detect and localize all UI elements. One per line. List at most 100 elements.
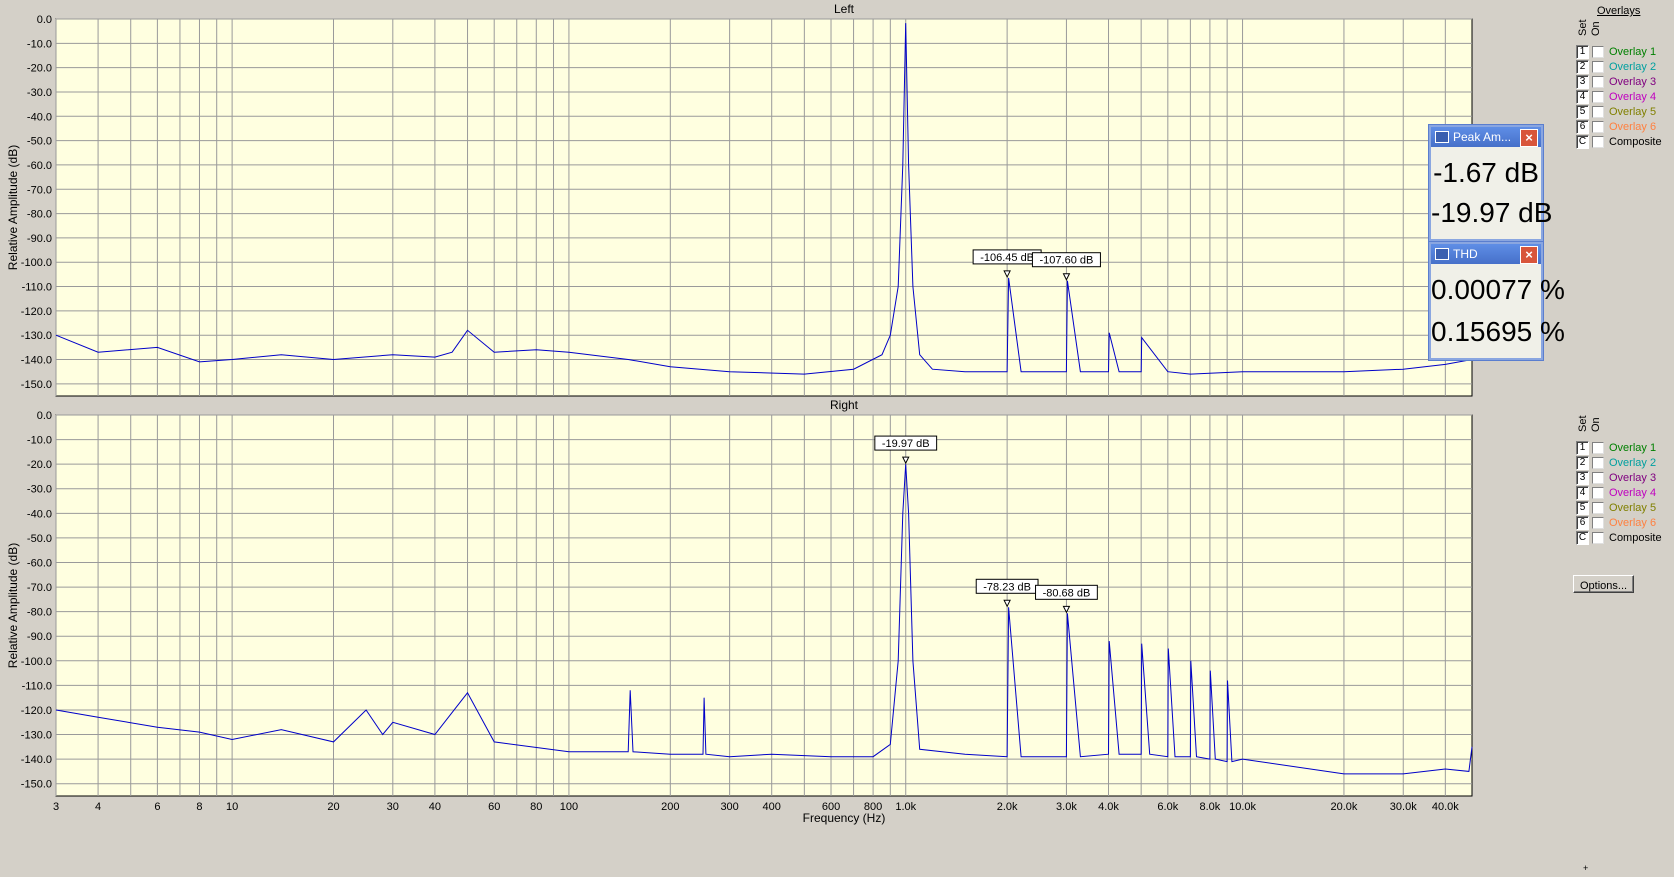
overlay-label: Overlay 1 — [1609, 441, 1657, 454]
overlay-label: Overlay 2 — [1609, 456, 1657, 469]
y-axis-label: Relative Amplitude (dB) — [6, 543, 20, 668]
x-tick-label: 4.0k — [1098, 801, 1119, 813]
thd-left-value: 0.00077 % — [1431, 274, 1565, 305]
overlay-set-button[interactable]: C — [1576, 530, 1589, 545]
overlay-set-button[interactable]: 3 — [1576, 74, 1589, 89]
overlay-row[interactable]: C Composite — [1576, 530, 1662, 545]
x-tick-label: 80 — [530, 801, 542, 813]
overlay-set-button[interactable]: 5 — [1576, 104, 1589, 119]
overlay-label: Overlay 3 — [1609, 75, 1657, 88]
plot-area — [55, 414, 1473, 797]
overlay-row[interactable]: 5 Overlay 5 — [1576, 104, 1656, 119]
y-tick-label: -20.0 — [27, 459, 52, 471]
overlay-checkbox[interactable] — [1592, 45, 1604, 58]
y-tick-label: -40.0 — [27, 508, 52, 520]
overlay-checkbox[interactable] — [1592, 120, 1604, 133]
options-button[interactable]: Options... — [1573, 575, 1634, 593]
close-icon[interactable]: × — [1520, 129, 1538, 147]
y-tick-label: -130.0 — [21, 730, 52, 742]
overlay-row[interactable]: 4 Overlay 4 — [1576, 485, 1656, 500]
overlay-set-button[interactable]: 1 — [1576, 440, 1589, 455]
overlay-row[interactable]: 3 Overlay 3 — [1576, 470, 1656, 485]
x-tick-label: 40 — [429, 801, 441, 813]
peak-amplitude-meter[interactable]: Peak Am... × -1.67 dB -19.97 dB — [1429, 125, 1552, 241]
overlay-set-button[interactable]: 1 — [1576, 44, 1589, 59]
thd-meter-titlebar[interactable]: THD × — [1431, 244, 1541, 264]
overlay-set-button[interactable]: 6 — [1576, 119, 1589, 134]
overlay-row[interactable]: 2 Overlay 2 — [1576, 455, 1656, 470]
y-tick-label: -90.0 — [27, 233, 52, 245]
overlay-row[interactable]: 5 Overlay 5 — [1576, 500, 1656, 515]
overlay-label: Overlay 2 — [1609, 60, 1657, 73]
overlay-checkbox[interactable] — [1592, 486, 1604, 499]
x-tick-label: 60 — [488, 801, 500, 813]
x-tick-label: 30.0k — [1390, 801, 1417, 813]
overlay-checkbox[interactable] — [1592, 75, 1604, 88]
y-tick-label: -50.0 — [27, 533, 52, 545]
y-tick-label: -10.0 — [27, 435, 52, 447]
y-tick-label: -140.0 — [21, 355, 52, 367]
y-tick-label: -150.0 — [21, 379, 52, 391]
overlay-set-button[interactable]: 2 — [1576, 455, 1589, 470]
overlay-row[interactable]: 6 Overlay 6 — [1576, 515, 1656, 530]
overlay-row[interactable]: C Composite — [1576, 134, 1662, 149]
overlay-checkbox[interactable] — [1592, 441, 1604, 454]
overlay-checkbox[interactable] — [1592, 60, 1604, 73]
overlay-set-button[interactable]: 3 — [1576, 470, 1589, 485]
overlay-set-button[interactable]: 5 — [1576, 500, 1589, 515]
x-tick-label: 200 — [661, 801, 679, 813]
y-tick-label: -50.0 — [27, 136, 52, 148]
y-tick-label: -110.0 — [22, 680, 52, 692]
on-column-label: On — [1590, 417, 1602, 432]
overlay-label: Composite — [1609, 531, 1662, 544]
overlay-set-button[interactable]: C — [1576, 134, 1589, 149]
y-tick-label: -120.0 — [21, 306, 52, 318]
overlay-row[interactable]: 3 Overlay 3 — [1576, 74, 1656, 89]
meter-icon — [1435, 131, 1449, 143]
overlay-checkbox[interactable] — [1592, 105, 1604, 118]
overlay-checkbox[interactable] — [1592, 531, 1604, 544]
overlay-label: Overlay 5 — [1609, 501, 1657, 514]
overlay-label: Composite — [1609, 135, 1662, 148]
y-axis-label: Relative Amplitude (dB) — [6, 145, 20, 270]
y-tick-label: -140.0 — [21, 754, 52, 766]
overlay-row[interactable]: 4 Overlay 4 — [1576, 89, 1656, 104]
overlay-set-button[interactable]: 2 — [1576, 59, 1589, 74]
chart-title: Left — [834, 2, 855, 16]
set-column-label: Set — [1577, 415, 1589, 432]
overlay-label: Overlay 4 — [1609, 90, 1657, 103]
peak-meter-titlebar[interactable]: Peak Am... × — [1431, 127, 1541, 147]
overlay-row[interactable]: 2 Overlay 2 — [1576, 59, 1656, 74]
overlay-row[interactable]: 6 Overlay 6 — [1576, 119, 1656, 134]
x-tick-label: 3.0k — [1056, 801, 1077, 813]
overlay-row[interactable]: 1 Overlay 1 — [1576, 44, 1656, 59]
y-tick-label: -70.0 — [27, 184, 52, 196]
close-icon[interactable]: × — [1520, 246, 1538, 264]
plot-area — [55, 18, 1473, 397]
annotation-label: -78.23 dB — [983, 581, 1031, 593]
overlay-checkbox[interactable] — [1592, 501, 1604, 514]
overlay-label: Overlay 6 — [1609, 120, 1657, 133]
thd-meter[interactable]: THD × 0.00077 % 0.15695 % — [1429, 242, 1565, 360]
overlay-set-button[interactable]: 4 — [1576, 485, 1589, 500]
overlay-checkbox[interactable] — [1592, 90, 1604, 103]
overlay-checkbox[interactable] — [1592, 135, 1604, 148]
overlay-label: Overlay 6 — [1609, 516, 1657, 529]
overlay-checkbox[interactable] — [1592, 516, 1604, 529]
overlays-header: Overlays — [1597, 5, 1641, 17]
analyzer-window: PHS0.0-10.0-20.0-30.0-40.0-50.0-60.0-70.… — [0, 0, 1674, 877]
overlay-checkbox[interactable] — [1592, 456, 1604, 469]
overlay-set-button[interactable]: 4 — [1576, 89, 1589, 104]
resize-grip-icon[interactable]: + — [1583, 863, 1588, 873]
x-tick-label: 6 — [154, 801, 160, 813]
y-tick-label: -80.0 — [27, 607, 52, 619]
y-tick-label: -70.0 — [27, 582, 52, 594]
overlay-set-button[interactable]: 6 — [1576, 515, 1589, 530]
annotation-label: -19.97 dB — [882, 438, 930, 450]
y-tick-label: 0.0 — [37, 410, 52, 422]
y-tick-label: -80.0 — [27, 209, 52, 221]
x-tick-label: 400 — [763, 801, 781, 813]
overlay-row[interactable]: 1 Overlay 1 — [1576, 440, 1656, 455]
overlay-checkbox[interactable] — [1592, 471, 1604, 484]
overlay-label: Overlay 3 — [1609, 471, 1657, 484]
